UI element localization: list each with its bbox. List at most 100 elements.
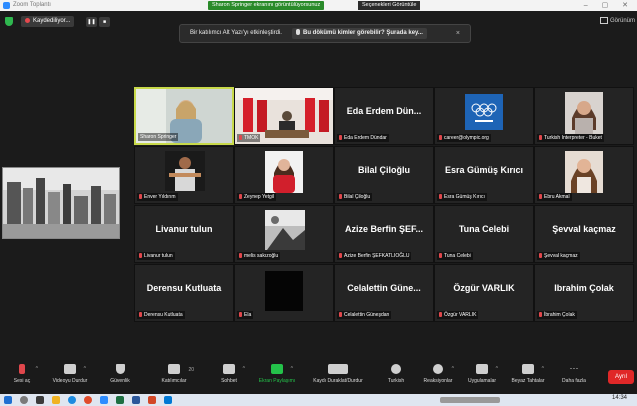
participant-display-name: Ibrahim Çolak xyxy=(554,283,614,293)
participant-tile-turkish-interpreter[interactable]: Turkish Interpreter - Buket xyxy=(534,87,634,145)
participant-tile-eda-erdem-dundar[interactable]: Eda Erdem Dün... Eda Erdem Dündar xyxy=(334,87,434,145)
muted-mic-icon xyxy=(439,253,442,258)
participant-tile-melis-sakizoglu[interactable]: melis sakızoğlu xyxy=(234,205,334,263)
screen-share-notice: Sharon Springer ekranını görüntülüyorsun… xyxy=(208,1,325,10)
recording-indicator: Kaydediliyor... xyxy=(21,16,75,27)
participant-display-name: Şevval kaçmaz xyxy=(552,224,616,234)
view-label: Görünüm xyxy=(609,18,635,25)
outlook-icon[interactable] xyxy=(164,396,172,404)
chevron-up-icon[interactable]: ^ xyxy=(291,366,293,372)
task-view-icon[interactable] xyxy=(36,396,44,404)
participant-label: İbrahim Çolak xyxy=(537,311,577,319)
security-button[interactable]: Güvenlik xyxy=(98,364,142,384)
participant-label: Ela xyxy=(237,311,254,319)
chevron-up-icon[interactable]: ^ xyxy=(36,366,38,372)
participant-display-name: Esra Gümüş Kırıcı xyxy=(444,165,524,175)
zoom-taskbar-icon[interactable] xyxy=(100,396,108,404)
stop-video-button[interactable]: ^ Videoyu Durdur xyxy=(48,364,92,384)
chevron-up-icon[interactable]: ^ xyxy=(496,366,498,372)
windows-start-icon[interactable] xyxy=(4,396,12,404)
participant-name-label: career@olympic.org xyxy=(444,135,489,141)
participant-tile-ibrahim-colak[interactable]: Ibrahim Çolak İbrahim Çolak xyxy=(534,264,634,322)
participant-name-label: Tuna Celebi xyxy=(444,253,471,259)
participant-name-label: melis sakızoğlu xyxy=(244,253,279,259)
participant-tile-ozgur-varlik[interactable]: Özgür VARLIK Özgür VARLIK xyxy=(434,264,534,322)
close-banner-button[interactable]: × xyxy=(456,25,460,42)
participant-name-label: Azize Berfin ŞEFKATLIOĞLU xyxy=(344,253,410,259)
globe-icon xyxy=(391,364,401,374)
shared-screen-thumbnail[interactable] xyxy=(2,167,120,239)
participant-tile-celalettin-gunesdan[interactable]: Celalettin Güne... Celalettin Güneşdan xyxy=(334,264,434,322)
smiley-icon xyxy=(433,364,443,374)
participant-tile-esra-gumus-kirici[interactable]: Esra Gümüş Kırıcı Esra Gümüş Kırıcı xyxy=(434,146,534,204)
participant-label: Tuna Celebi xyxy=(437,252,473,260)
participant-tile-azize-berfin[interactable]: Azize Berfin ŞEF... Azize Berfin ŞEFKATL… xyxy=(334,205,434,263)
muted-mic-icon xyxy=(339,135,342,140)
participant-label: career@olympic.org xyxy=(437,134,491,142)
chat-button[interactable]: ^ Sohbet xyxy=(207,364,251,384)
chevron-up-icon[interactable]: ^ xyxy=(452,366,454,372)
powerpoint-icon[interactable] xyxy=(148,396,156,404)
participant-tile-enver-yildirim[interactable]: Enver Yıldırım xyxy=(134,146,234,204)
chevron-up-icon[interactable]: ^ xyxy=(84,366,86,372)
participant-tile-derensu-kutluata[interactable]: Derensu Kutluata Derensu Kutluata xyxy=(134,264,234,322)
participant-tile-bilal-ciloglu[interactable]: Bilal Çiloğlu Bilal Çiloğlu xyxy=(334,146,434,204)
pause-stop-recording-button[interactable]: Kaydı Duraklat/Durdur xyxy=(308,364,368,384)
participant-label: Celalettin Güneşdan xyxy=(337,311,392,319)
participant-name-label: Eda Erdem Dündar xyxy=(344,135,387,141)
file-explorer-icon[interactable] xyxy=(52,396,60,404)
security-shield-icon xyxy=(115,364,125,374)
participant-tile-sevval-kacmaz[interactable]: Şevval kaçmaz Şevval kaçmaz xyxy=(534,205,634,263)
chat-label: Sohbet xyxy=(221,378,237,384)
participant-name-label: Livanur tulun xyxy=(144,253,173,259)
apps-icon xyxy=(476,364,488,374)
participant-tile-tuna-celebi[interactable]: Tuna Celebi Tuna Celebi xyxy=(434,205,534,263)
apps-button[interactable]: ^ Uygulamalar xyxy=(460,364,504,384)
muted-mic-icon xyxy=(539,253,542,258)
shield-icon[interactable] xyxy=(5,17,13,26)
participants-button[interactable]: 20 Katılımcılar xyxy=(152,364,196,384)
stop-recording-button[interactable]: ■ xyxy=(99,17,110,27)
system-tray-icons[interactable] xyxy=(440,397,500,403)
muted-mic-icon xyxy=(439,135,442,140)
chrome-browser-icon[interactable] xyxy=(84,396,92,404)
unmute-button[interactable]: ^ Sesi aç xyxy=(0,364,44,384)
participant-tile-sharon-springer[interactable]: Sharon Springer xyxy=(134,87,234,145)
muted-mic-icon xyxy=(539,194,542,199)
participant-label: Esra Gümüş Kırıcı xyxy=(437,193,487,201)
participant-tile-tmok[interactable]: TMOK xyxy=(234,87,334,145)
share-screen-button[interactable]: ^ Ekran Paylaşımı xyxy=(255,364,299,384)
participant-tile-ebru-akmal[interactable]: Ebru Akmal xyxy=(534,146,634,204)
participant-tile-livanur-tulun[interactable]: Livanur tulun Livanur tulun xyxy=(134,205,234,263)
pause-record-label: Kaydı Duraklat/Durdur xyxy=(313,378,363,384)
muted-mic-icon xyxy=(339,194,342,199)
participant-tile-zeynep-yetgil[interactable]: Zeynep Yetgil xyxy=(234,146,334,204)
search-icon[interactable] xyxy=(20,396,28,404)
participant-name-label: Esra Gümüş Kırıcı xyxy=(444,194,485,200)
chevron-up-icon[interactable]: ^ xyxy=(542,366,544,372)
transcript-visibility-link[interactable]: Bu dökümü kimler görebilir? Şurada key..… xyxy=(292,28,427,39)
edge-browser-icon[interactable] xyxy=(68,396,76,404)
participant-label: Enver Yıldırım xyxy=(137,193,178,201)
chevron-up-icon[interactable]: ^ xyxy=(243,366,245,372)
more-button[interactable]: ··· Daha fazla xyxy=(552,364,596,385)
word-icon[interactable] xyxy=(132,396,140,404)
view-options-button[interactable]: Seçenekleri Görüntüle xyxy=(358,1,421,10)
taskbar-clock: 14:34 xyxy=(611,395,627,401)
reactions-button[interactable]: ^ Reaksiyonlar xyxy=(416,364,460,384)
muted-mic-icon xyxy=(439,312,442,317)
view-button[interactable]: Görünüm xyxy=(599,17,635,25)
participant-display-name: Bilal Çiloğlu xyxy=(357,165,410,175)
whiteboards-label: Beyaz Tahtalar xyxy=(511,378,545,384)
window-controls[interactable]: – ▢ ✕ xyxy=(584,0,634,11)
participant-label: Şevval kaçmaz xyxy=(537,252,580,260)
participant-grid: Sharon Springer TMOK Eda Erdem Dün... Ed… xyxy=(134,87,634,322)
excel-icon[interactable] xyxy=(116,396,124,404)
shared-screen-image xyxy=(3,168,119,238)
leave-meeting-button[interactable]: Ayrıl xyxy=(608,370,634,384)
whiteboards-button[interactable]: ^ Beyaz Tahtalar xyxy=(506,364,550,384)
participant-tile-olympic[interactable]: career@olympic.org xyxy=(434,87,534,145)
participant-tile-ela[interactable]: Ela xyxy=(234,264,334,322)
interpretation-button[interactable]: Turkish xyxy=(374,364,418,384)
pause-recording-button[interactable]: ❚❚ xyxy=(86,17,97,27)
